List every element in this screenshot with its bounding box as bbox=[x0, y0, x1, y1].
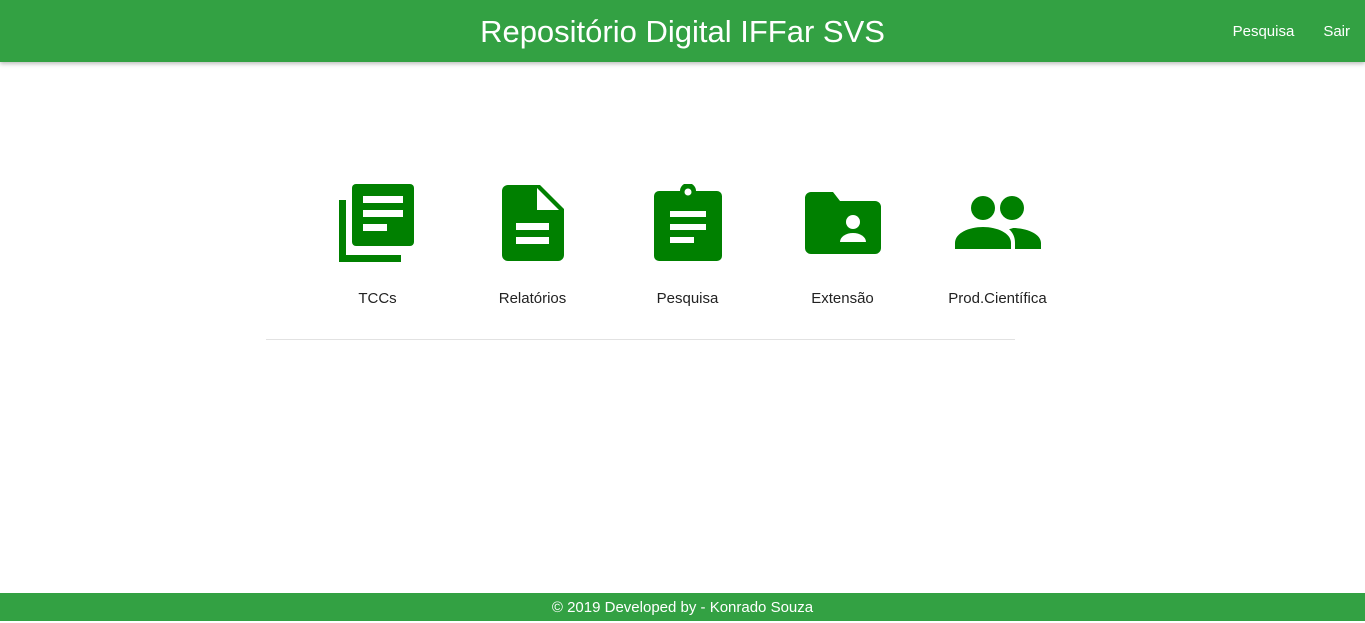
top-navbar: Repositório Digital IFFar SVS Pesquisa S… bbox=[0, 0, 1365, 62]
category-grid: TCCs Relatórios Pesquisa Extensão Prod.C… bbox=[300, 178, 1075, 307]
category-label: Extensão bbox=[811, 290, 874, 307]
nav-link-pesquisa[interactable]: Pesquisa bbox=[1233, 23, 1295, 40]
footer: © 2019 Developed by - Konrado Souza bbox=[0, 593, 1365, 621]
library-books-icon bbox=[333, 178, 423, 268]
site-title: Repositório Digital IFFar SVS bbox=[480, 14, 885, 49]
category-pesquisa[interactable]: Pesquisa bbox=[610, 178, 765, 307]
divider bbox=[266, 339, 1015, 340]
category-label: Pesquisa bbox=[656, 290, 719, 307]
category-label: Relatórios bbox=[498, 290, 567, 307]
description-icon bbox=[488, 178, 578, 268]
nav-links: Pesquisa Sair bbox=[1233, 0, 1350, 62]
nav-link-sair[interactable]: Sair bbox=[1323, 23, 1350, 40]
folder-shared-icon bbox=[798, 178, 888, 268]
category-tccs[interactable]: TCCs bbox=[300, 178, 455, 307]
category-prod-cientifica[interactable]: Prod.Científica bbox=[920, 178, 1075, 307]
footer-text: © 2019 Developed by - Konrado Souza bbox=[551, 599, 814, 616]
category-label: TCCs bbox=[358, 290, 397, 307]
category-extensao[interactable]: Extensão bbox=[765, 178, 920, 307]
assignment-icon bbox=[643, 178, 733, 268]
category-relatorios[interactable]: Relatórios bbox=[455, 178, 610, 307]
category-label: Prod.Científica bbox=[948, 290, 1047, 307]
people-icon bbox=[953, 178, 1043, 268]
